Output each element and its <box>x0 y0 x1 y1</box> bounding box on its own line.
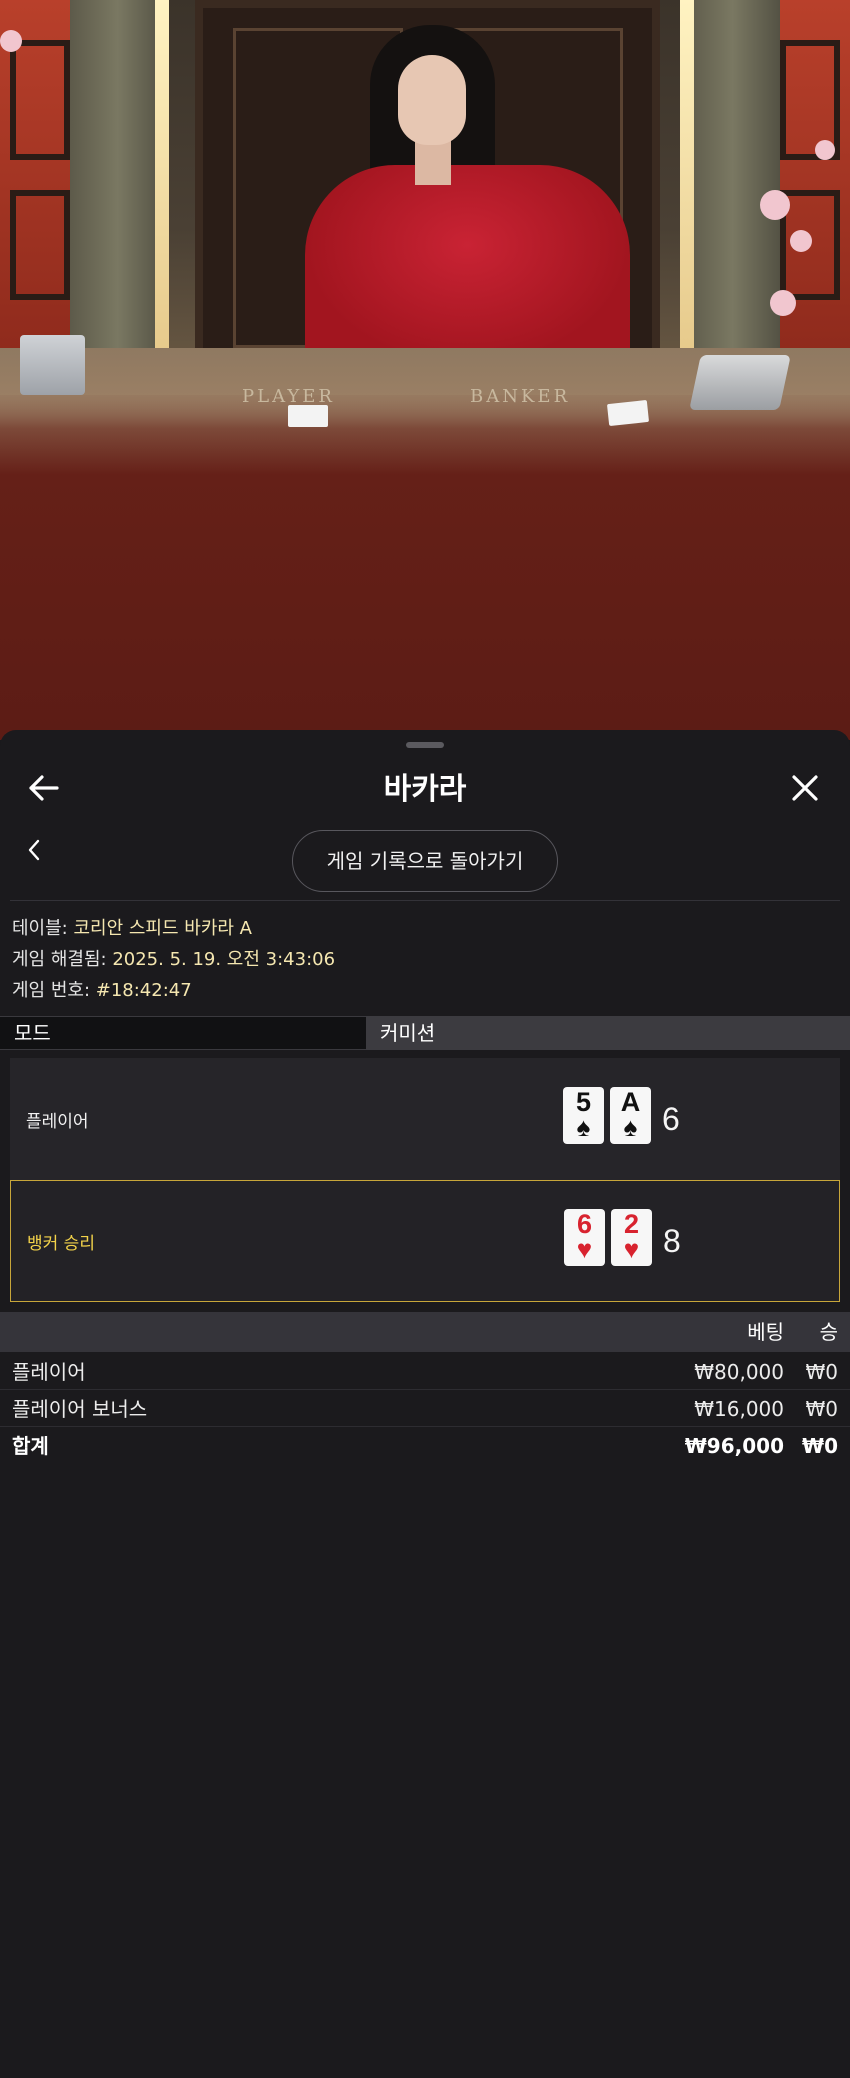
total-label: 합계 <box>12 1434 49 1458</box>
bets-table-header: 베팅 승 <box>0 1312 850 1352</box>
total-win: ₩0 <box>802 1434 838 1458</box>
win-amount: ₩0 <box>805 1360 839 1384</box>
total-bet: ₩96,000 <box>684 1434 784 1458</box>
bet-amount: ₩16,000 <box>694 1397 784 1421</box>
table-card <box>606 399 650 427</box>
banker-win-label: 뱅커 승리 <box>27 1233 95 1254</box>
live-video-stream: PLAYER BANKER <box>0 0 850 740</box>
bet-amount: ₩80,000 <box>694 1360 784 1384</box>
resolved-info: 게임 해결됨: 2025. 5. 19. 오전 3:43:06 <box>12 949 336 970</box>
chevron-left-icon <box>27 839 41 865</box>
playing-card: 6 ♥ <box>564 1209 605 1266</box>
playing-card: 5 ♠ <box>563 1087 604 1144</box>
card-shoe <box>689 355 791 410</box>
playing-card: A ♠ <box>610 1087 651 1144</box>
table-info: 테이블: 코리안 스피드 바카라 A <box>12 918 252 939</box>
mode-value: 커미션 <box>366 1016 850 1050</box>
spade-icon: ♠ <box>576 1112 591 1142</box>
close-button[interactable] <box>775 760 835 820</box>
player-score: 6 <box>662 1100 680 1137</box>
spade-icon: ♠ <box>623 1112 638 1142</box>
table-row: 플레이어 ₩80,000 ₩0 <box>0 1354 850 1390</box>
pillar-left <box>70 0 169 360</box>
felt-banker-label: BANKER <box>470 386 571 407</box>
table-row: 플레이어 보너스 ₩16,000 ₩0 <box>0 1391 850 1427</box>
bet-column-header: 베팅 <box>747 1320 784 1344</box>
table-name: 코리안 스피드 바카라 A <box>73 918 252 939</box>
table-card <box>288 405 328 427</box>
game-number-info: 게임 번호: #18:42:47 <box>12 980 192 1001</box>
bet-name: 플레이어 <box>12 1360 86 1384</box>
banker-cards: 6 ♥ 2 ♥ <box>564 1209 652 1266</box>
mode-label: 모드 <box>0 1016 366 1050</box>
resolved-time: 2025. 5. 19. 오전 3:43:06 <box>112 949 336 970</box>
player-label: 플레이어 <box>26 1111 89 1132</box>
win-amount: ₩0 <box>805 1397 839 1421</box>
bet-name: 플레이어 보너스 <box>12 1397 148 1421</box>
sheet-title: 바카라 <box>383 772 467 807</box>
banker-score: 8 <box>663 1222 681 1259</box>
previous-button[interactable] <box>12 830 56 874</box>
heart-icon: ♥ <box>623 1234 640 1264</box>
playing-card: 2 ♥ <box>611 1209 652 1266</box>
banker-result-row: 뱅커 승리 6 ♥ 2 ♥ 8 <box>10 1180 840 1302</box>
felt-player-label: PLAYER <box>242 386 335 407</box>
pillar-right <box>680 0 780 360</box>
heart-icon: ♥ <box>576 1234 593 1264</box>
player-result-row: 플레이어 5 ♠ A ♠ 6 <box>10 1058 840 1180</box>
game-number: #18:42:47 <box>95 980 192 1001</box>
sheet-grabber[interactable] <box>406 742 444 748</box>
game-history-sheet: 바카라 게임 기록으로 돌아가기 테이블: 코리안 스피드 바카라 A 게임 해… <box>0 730 850 2078</box>
card-discard-box <box>20 335 85 395</box>
win-column-header: 승 <box>819 1320 838 1344</box>
close-x-icon <box>792 775 818 805</box>
divider <box>10 900 840 901</box>
player-cards: 5 ♠ A ♠ <box>563 1087 651 1144</box>
back-to-history-button[interactable]: 게임 기록으로 돌아가기 <box>292 830 558 892</box>
mode-row: 모드 커미션 <box>0 1016 850 1050</box>
total-row: 합계 ₩96,000 ₩0 <box>0 1428 850 1464</box>
